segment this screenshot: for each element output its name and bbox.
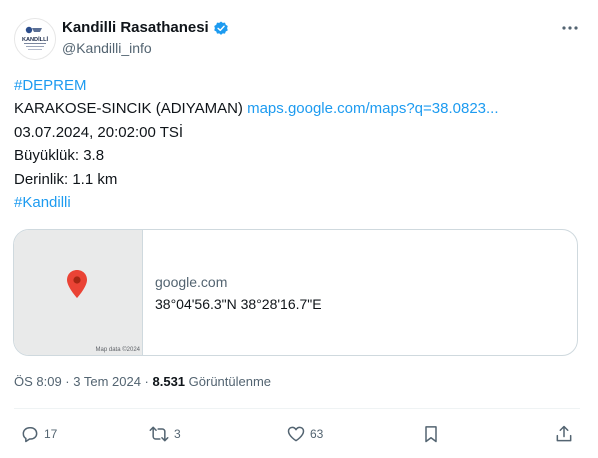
depth-line: Derinlik: 1.1 km: [14, 170, 118, 188]
tweet-meta: ÖS 8:09 · 3 Tem 2024 · 8.531 Görüntülenm…: [14, 374, 271, 389]
reply-button[interactable]: 17: [20, 420, 57, 448]
tweet[interactable]: KANDİLLİ Kandilli Rasathanesi @Kandilli_…: [0, 0, 598, 458]
reply-icon: [22, 427, 38, 443]
like-count: 63: [310, 427, 324, 441]
share-icon: [556, 425, 572, 442]
divider: [14, 408, 580, 409]
datetime-line: 03.07.2024, 20:02:00 TSİ: [14, 123, 184, 141]
link-preview-card[interactable]: Map data ©2024 google.com 38°04'56.3"N 3…: [13, 229, 578, 356]
share-button[interactable]: [554, 420, 574, 448]
tweet-timestamp[interactable]: ÖS 8:09 · 3 Tem 2024 ·: [14, 374, 153, 389]
author-display-name[interactable]: Kandilli Rasathanesi: [62, 19, 209, 36]
retweet-count: 3: [174, 427, 181, 441]
author-name-row[interactable]: Kandilli Rasathanesi: [62, 19, 229, 36]
action-bar: 17 3 63: [14, 420, 580, 448]
card-title: 38°04'56.3"N 38°28'16.7"E: [155, 296, 322, 312]
map-pin-icon: [67, 270, 87, 298]
map-attribution: Map data ©2024: [95, 347, 140, 353]
views-label: Görüntülenme: [185, 374, 272, 389]
magnitude-line: Büyüklük: 3.8: [14, 147, 105, 165]
more-options-icon[interactable]: [560, 20, 580, 36]
bookmark-button[interactable]: [421, 420, 441, 448]
location-text: KARAKOSE-SINCIK (ADIYAMAN): [14, 100, 248, 118]
hashtag-kandilli[interactable]: #Kandilli: [14, 194, 71, 211]
logo-text: KANDİLLİ: [22, 36, 49, 43]
kandilli-logo-icon: KANDİLLİ: [15, 19, 55, 59]
retweet-button[interactable]: 3: [148, 420, 181, 448]
views-count: 8.531: [152, 374, 186, 389]
like-button[interactable]: 63: [286, 420, 323, 448]
maps-link[interactable]: maps.google.com/maps?q=38.0823...: [247, 100, 498, 117]
reply-count: 17: [44, 427, 58, 441]
bookmark-icon: [425, 426, 437, 443]
card-domain: google.com: [155, 274, 228, 290]
hashtag-deprem[interactable]: #DEPREM: [14, 77, 87, 94]
tweet-text: #DEPREM KARAKOSE-SINCIK (ADIYAMAN) maps.…: [14, 74, 588, 214]
retweet-icon: [149, 426, 169, 442]
verified-badge-icon[interactable]: [213, 20, 229, 36]
author-handle[interactable]: @Kandilli_info: [62, 40, 152, 56]
author-avatar[interactable]: KANDİLLİ: [14, 18, 56, 60]
map-thumbnail[interactable]: Map data ©2024: [14, 230, 143, 355]
heart-icon: [287, 426, 305, 442]
